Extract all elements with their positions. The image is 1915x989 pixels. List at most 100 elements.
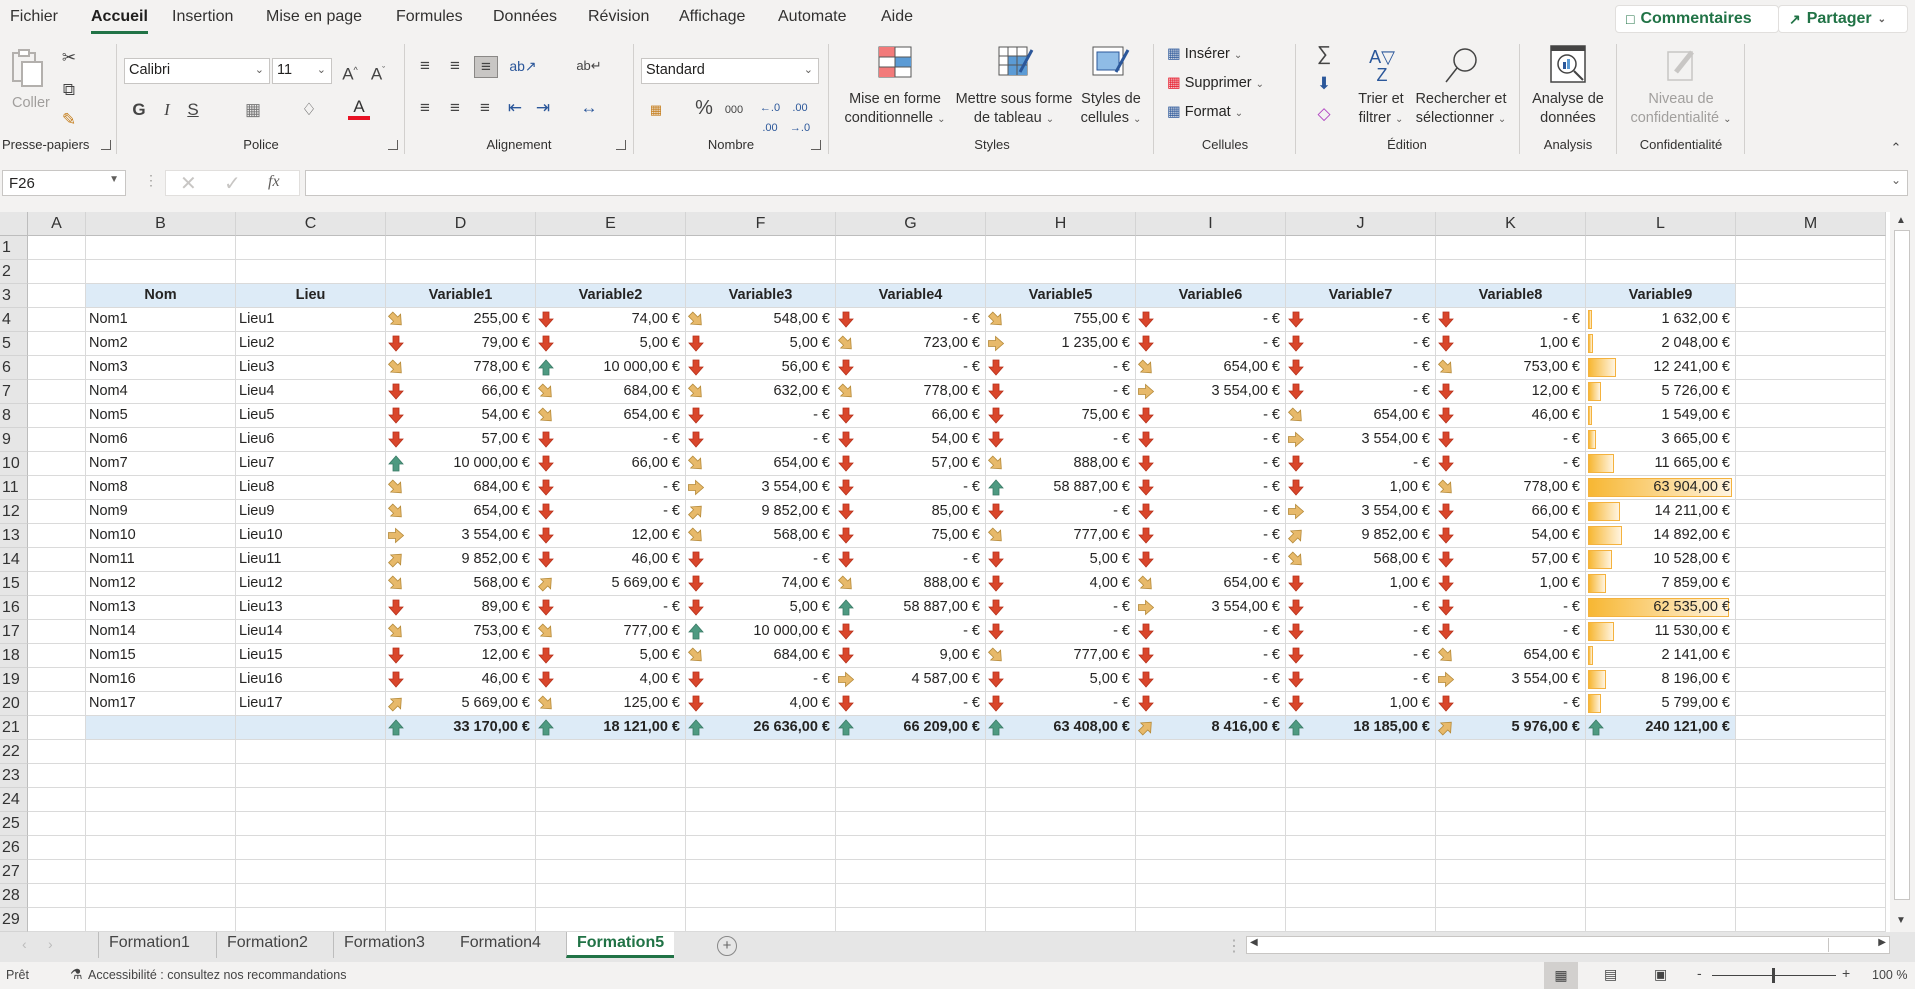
increase-indent-icon[interactable]: ⇥ [532, 98, 554, 118]
cell-A21[interactable] [28, 716, 86, 740]
table-cell[interactable]: 11 530,00 € [1586, 620, 1736, 644]
cell-B15[interactable]: Nom12 [86, 572, 236, 596]
row-header-13[interactable]: 13 [0, 524, 28, 548]
row-header-20[interactable]: 20 [0, 692, 28, 716]
cell-D25[interactable] [386, 812, 536, 836]
column-header-b[interactable]: B [86, 212, 236, 236]
total-cell[interactable]: 33 170,00 € [386, 716, 536, 740]
table-cell[interactable]: - € [836, 548, 986, 572]
table-cell[interactable]: 12,00 € [386, 644, 536, 668]
table-cell[interactable]: - € [1436, 428, 1586, 452]
table-cell[interactable]: 54,00 € [1436, 524, 1586, 548]
cell-L27[interactable] [1586, 860, 1736, 884]
table-cell[interactable]: 5 669,00 € [386, 692, 536, 716]
cell-H22[interactable] [986, 740, 1136, 764]
column-header-m[interactable]: M [1736, 212, 1886, 236]
cell-K23[interactable] [1436, 764, 1586, 788]
table-cell[interactable]: 778,00 € [386, 356, 536, 380]
cell-E23[interactable] [536, 764, 686, 788]
cell-A29[interactable] [28, 908, 86, 932]
cell-D2[interactable] [386, 260, 536, 284]
cell-F2[interactable] [686, 260, 836, 284]
cell-A12[interactable] [28, 500, 86, 524]
cell-B25[interactable] [86, 812, 236, 836]
row-header-26[interactable]: 26 [0, 836, 28, 860]
cell-I2[interactable] [1136, 260, 1286, 284]
tab-revision[interactable]: Révision [588, 8, 649, 26]
tab-affichage[interactable]: Affichage [679, 8, 745, 26]
cell-J25[interactable] [1286, 812, 1436, 836]
tab-accueil[interactable]: Accueil [91, 8, 148, 34]
vertical-scroll-thumb[interactable] [1894, 230, 1910, 900]
table-cell[interactable]: 4 587,00 € [836, 668, 986, 692]
table-cell[interactable]: 684,00 € [386, 476, 536, 500]
cell-L26[interactable] [1586, 836, 1736, 860]
table-cell[interactable]: - € [1136, 332, 1286, 356]
table-cell[interactable]: - € [1136, 644, 1286, 668]
table-cell[interactable]: - € [986, 620, 1136, 644]
cell-A15[interactable] [28, 572, 86, 596]
cell-B26[interactable] [86, 836, 236, 860]
cell-A22[interactable] [28, 740, 86, 764]
table-cell[interactable]: - € [986, 428, 1136, 452]
delete-cells-button[interactable]: ▦ Supprimer ⌄ [1167, 75, 1293, 97]
table-cell[interactable]: 2 141,00 € [1586, 644, 1736, 668]
cell-C13[interactable]: Lieu10 [236, 524, 386, 548]
table-cell[interactable]: - € [1136, 404, 1286, 428]
cell-F23[interactable] [686, 764, 836, 788]
table-cell[interactable]: 778,00 € [1436, 476, 1586, 500]
cell-B1[interactable] [86, 236, 236, 260]
cell-I22[interactable] [1136, 740, 1286, 764]
cell-B18[interactable]: Nom15 [86, 644, 236, 668]
cell-L25[interactable] [1586, 812, 1736, 836]
cell-H2[interactable] [986, 260, 1136, 284]
table-cell[interactable]: 74,00 € [536, 308, 686, 332]
zoom-in-button[interactable]: + [1842, 965, 1850, 981]
merge-center-icon[interactable]: ↔ [576, 98, 602, 118]
table-cell[interactable]: 3 554,00 € [1286, 500, 1436, 524]
row-header-29[interactable]: 29 [0, 908, 28, 932]
cell-A11[interactable] [28, 476, 86, 500]
table-cell[interactable]: 1 632,00 € [1586, 308, 1736, 332]
row-header-12[interactable]: 12 [0, 500, 28, 524]
table-header-variable5[interactable]: Variable5 [986, 284, 1136, 308]
column-header-f[interactable]: F [686, 212, 836, 236]
table-cell[interactable]: 10 000,00 € [686, 620, 836, 644]
table-cell[interactable]: 57,00 € [386, 428, 536, 452]
cell-B28[interactable] [86, 884, 236, 908]
cell-M1[interactable] [1736, 236, 1886, 260]
cell-C5[interactable]: Lieu2 [236, 332, 386, 356]
cell-I28[interactable] [1136, 884, 1286, 908]
table-cell[interactable]: - € [836, 692, 986, 716]
row-header-11[interactable]: 11 [0, 476, 28, 500]
cell-A16[interactable] [28, 596, 86, 620]
row-header-21[interactable]: 21 [0, 716, 28, 740]
cell-M19[interactable] [1736, 668, 1886, 692]
cell-C27[interactable] [236, 860, 386, 884]
cell-A10[interactable] [28, 452, 86, 476]
cell-L2[interactable] [1586, 260, 1736, 284]
copy-icon[interactable]: ⧉ [58, 80, 80, 100]
cell-M21[interactable] [1736, 716, 1886, 740]
cell-E1[interactable] [536, 236, 686, 260]
font-size-select[interactable]: 11 ⌄ [272, 58, 332, 84]
table-cell[interactable]: 8 196,00 € [1586, 668, 1736, 692]
cell-M17[interactable] [1736, 620, 1886, 644]
table-cell[interactable]: 723,00 € [836, 332, 986, 356]
cell-C2[interactable] [236, 260, 386, 284]
table-cell[interactable]: 777,00 € [536, 620, 686, 644]
accounting-format-icon[interactable]: ▦ [643, 100, 669, 120]
row-header-7[interactable]: 7 [0, 380, 28, 404]
table-cell[interactable]: 57,00 € [1436, 548, 1586, 572]
table-header-variable4[interactable]: Variable4 [836, 284, 986, 308]
table-cell[interactable]: 568,00 € [686, 524, 836, 548]
table-cell[interactable]: - € [986, 356, 1136, 380]
sensitivity-button[interactable]: Niveau de confidentialité ⌄ [1620, 42, 1742, 132]
table-cell[interactable]: - € [686, 428, 836, 452]
table-cell[interactable]: - € [1286, 380, 1436, 404]
row-header-6[interactable]: 6 [0, 356, 28, 380]
cell-I26[interactable] [1136, 836, 1286, 860]
cell-G22[interactable] [836, 740, 986, 764]
enter-icon[interactable]: ✓ [224, 171, 241, 196]
table-cell[interactable]: 79,00 € [386, 332, 536, 356]
